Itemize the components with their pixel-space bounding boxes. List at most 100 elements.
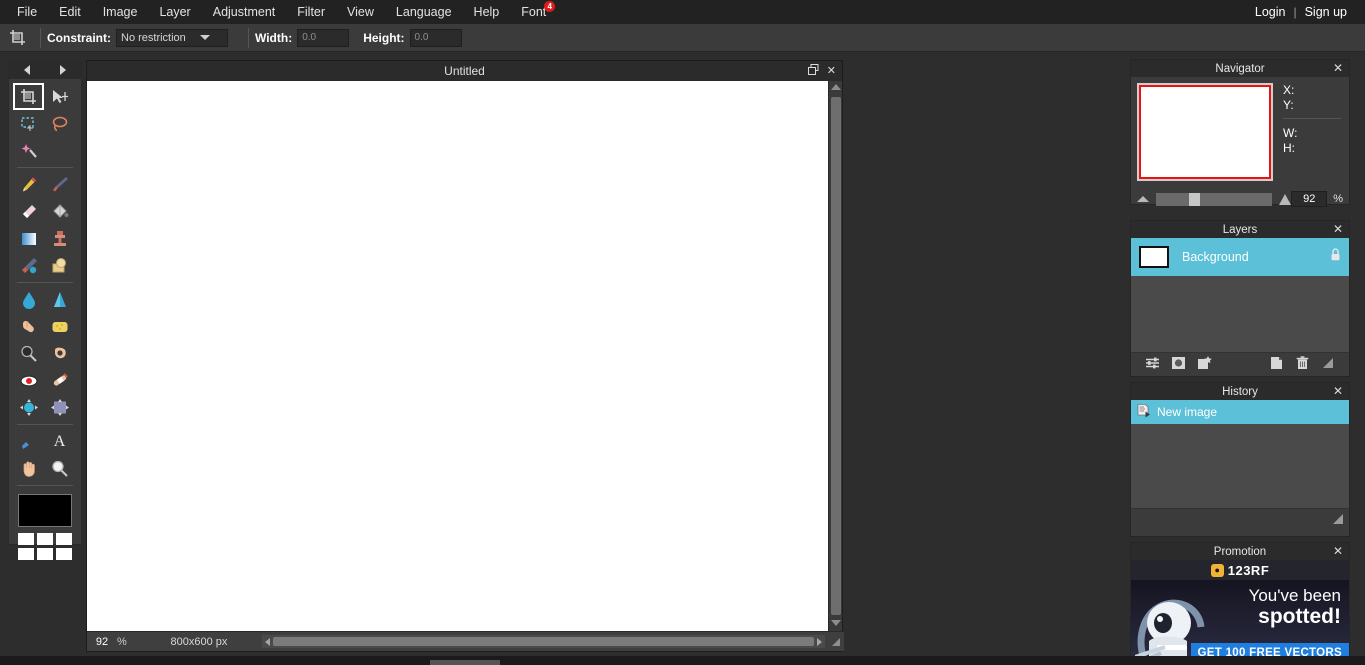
layer-settings-icon[interactable]	[1139, 356, 1165, 373]
layer-mask-icon[interactable]	[1165, 356, 1191, 373]
scroll-left-icon[interactable]	[265, 637, 270, 646]
zoom-level-input[interactable]: 92	[87, 636, 117, 648]
navigator-viewport-rect[interactable]	[1139, 85, 1271, 179]
red-eye-tool[interactable]	[13, 367, 44, 394]
drawing-tool[interactable]	[44, 252, 75, 279]
zoom-tool[interactable]	[44, 455, 75, 482]
layers-empty-area[interactable]	[1131, 276, 1349, 352]
lock-icon[interactable]	[1330, 248, 1341, 266]
color-swatch[interactable]	[37, 548, 53, 560]
foreground-color-swatch[interactable]	[18, 494, 72, 527]
constraint-group: Constraint: No restriction	[47, 28, 228, 47]
zoom-slider-thumb[interactable]	[1189, 192, 1200, 206]
add-layer-icon[interactable]	[1191, 356, 1217, 373]
menu-item-font[interactable]: Font 4	[510, 0, 557, 24]
tool-row	[13, 137, 77, 164]
close-icon[interactable]: ✕	[1333, 544, 1343, 559]
menu-item-language[interactable]: Language	[385, 0, 463, 24]
gradient-tool[interactable]	[13, 225, 44, 252]
pinch-tool[interactable]	[44, 394, 75, 421]
lasso-tool[interactable]	[44, 110, 75, 137]
sharpen-tool[interactable]	[44, 286, 75, 313]
menu-item-file[interactable]: File	[6, 0, 48, 24]
menu-item-image[interactable]: Image	[92, 0, 149, 24]
signup-link[interactable]: Sign up	[1297, 5, 1355, 19]
dodge-tool[interactable]	[13, 340, 44, 367]
blur-tool[interactable]	[13, 286, 44, 313]
promotion-banner[interactable]: You've been spotted! GET 100 FREE VECTOR…	[1131, 580, 1349, 665]
menu-item-layer[interactable]: Layer	[148, 0, 201, 24]
color-swatch[interactable]	[56, 533, 72, 545]
color-replace-tool[interactable]	[13, 252, 44, 279]
zoom-out-icon[interactable]	[1137, 196, 1149, 202]
restore-window-icon[interactable]	[807, 64, 819, 78]
close-icon[interactable]: ✕	[827, 65, 836, 77]
crop-tool[interactable]	[13, 83, 44, 110]
marquee-select-tool[interactable]	[13, 110, 44, 137]
resize-grip-icon[interactable]	[828, 632, 844, 652]
layer-thumbnail[interactable]	[1139, 246, 1169, 268]
history-footer	[1131, 508, 1349, 532]
magic-wand-tool[interactable]	[13, 137, 44, 164]
close-icon[interactable]: ✕	[1333, 61, 1343, 76]
color-swatch[interactable]	[56, 548, 72, 560]
menu-item-view[interactable]: View	[336, 0, 385, 24]
taskbar-item	[430, 660, 500, 665]
login-link[interactable]: Login	[1247, 5, 1294, 19]
clone-stamp-tool[interactable]	[44, 225, 75, 252]
layer-name-label: Background	[1182, 250, 1249, 264]
close-icon[interactable]: ✕	[1333, 222, 1343, 237]
image-canvas[interactable]	[87, 81, 828, 632]
vertical-scrollbar[interactable]	[828, 81, 842, 632]
horizontal-scrollbar[interactable]	[262, 635, 825, 648]
zoom-in-icon[interactable]	[1279, 193, 1292, 205]
zoom-slider[interactable]	[1156, 192, 1273, 206]
vertical-scrollbar-thumb[interactable]	[831, 97, 841, 615]
menu-item-help[interactable]: Help	[463, 0, 511, 24]
promotion-headline-line2: spotted!	[1258, 605, 1341, 628]
history-empty-area[interactable]	[1131, 424, 1349, 508]
sponge-tool[interactable]	[44, 313, 75, 340]
layer-list-item[interactable]: Background	[1131, 238, 1349, 276]
delete-layer-icon[interactable]	[1289, 356, 1315, 373]
menu-item-adjustment[interactable]: Adjustment	[202, 0, 287, 24]
image-canvas-area[interactable]	[87, 81, 842, 632]
history-list-item[interactable]: New image	[1131, 400, 1349, 424]
color-swatch[interactable]	[18, 548, 34, 560]
smudge-tool[interactable]	[13, 313, 44, 340]
arrow-right-icon[interactable]	[60, 65, 66, 75]
height-input[interactable]: 0.0	[409, 28, 462, 47]
eraser-tool[interactable]	[13, 198, 44, 225]
resize-grip-icon[interactable]	[1332, 513, 1344, 528]
color-swatch[interactable]	[18, 533, 34, 545]
menu-item-edit[interactable]: Edit	[48, 0, 92, 24]
scroll-up-icon[interactable]	[830, 84, 841, 90]
history-panel-header: History ✕	[1131, 383, 1349, 400]
arrow-left-icon[interactable]	[24, 65, 30, 75]
duplicate-layer-icon[interactable]	[1263, 356, 1289, 373]
color-picker-tool[interactable]	[13, 428, 44, 455]
color-swatch[interactable]	[37, 533, 53, 545]
resize-grip-icon[interactable]	[1315, 357, 1341, 372]
scroll-right-icon[interactable]	[817, 637, 822, 646]
type-tool[interactable]: A	[44, 428, 75, 455]
width-input[interactable]: 0.0	[297, 28, 350, 47]
brush-tool[interactable]	[44, 171, 75, 198]
pencil-tool[interactable]	[13, 171, 44, 198]
bloat-tool[interactable]	[13, 394, 44, 421]
history-item-label: New image	[1157, 405, 1218, 419]
constraint-select[interactable]: No restriction	[116, 28, 228, 47]
navigator-zoom-input[interactable]: 92	[1291, 191, 1328, 207]
paint-bucket-tool[interactable]	[44, 198, 75, 225]
hand-tool[interactable]	[13, 455, 44, 482]
tool-row	[13, 83, 77, 110]
scroll-down-icon[interactable]	[831, 620, 841, 626]
move-tool[interactable]	[44, 83, 75, 110]
spot-heal-tool[interactable]	[44, 367, 75, 394]
horizontal-scrollbar-thumb[interactable]	[273, 637, 814, 646]
navigator-thumbnail-frame[interactable]	[1137, 83, 1273, 181]
burn-tool[interactable]	[44, 340, 75, 367]
tool-row	[13, 252, 77, 279]
menu-item-filter[interactable]: Filter	[286, 0, 336, 24]
close-icon[interactable]: ✕	[1333, 384, 1343, 399]
